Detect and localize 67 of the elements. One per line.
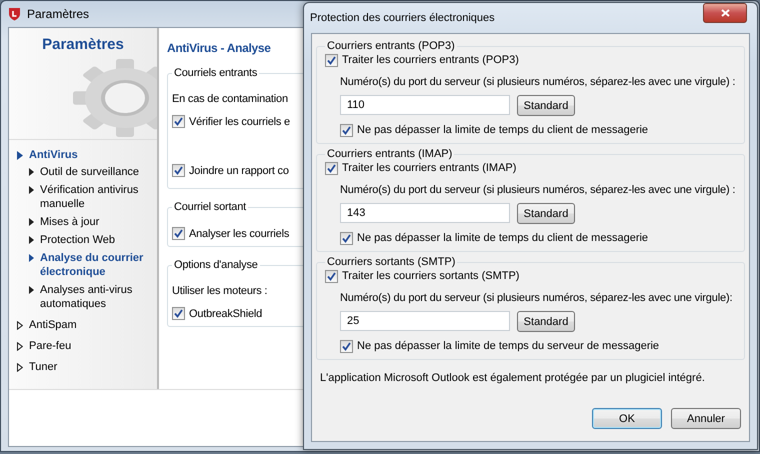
checkbox[interactable] bbox=[172, 115, 185, 128]
close-button[interactable] bbox=[703, 3, 747, 23]
dialog-button[interactable]: OK bbox=[592, 408, 662, 429]
checkbox[interactable] bbox=[340, 124, 353, 137]
dialog-button[interactable]: Annuler bbox=[671, 408, 741, 429]
window-title: Paramètres bbox=[27, 7, 90, 21]
port-field[interactable]: 143 bbox=[340, 203, 510, 223]
checkbox-label: Traiter les courriers sortants (SMTP) bbox=[342, 269, 520, 284]
checkbox[interactable] bbox=[172, 227, 185, 240]
expand-arrow-icon[interactable] bbox=[17, 342, 23, 351]
sidebar-item[interactable]: Protection Web bbox=[40, 233, 116, 247]
expand-arrow-icon[interactable] bbox=[17, 151, 23, 160]
checkbox-label: Vérifier les courriels e bbox=[189, 116, 290, 128]
checkbox-label: OutbreakShield bbox=[189, 308, 262, 320]
checkbox[interactable] bbox=[340, 232, 353, 245]
group-title: Courriers entrants (POP3) bbox=[327, 40, 455, 52]
arrow-icon bbox=[29, 186, 34, 194]
standard-button[interactable]: Standard bbox=[517, 203, 575, 224]
field-label: Numéro(s) du port du serveur (si plusieurs numéros, séparez-les avec une virgule) : bbox=[339, 75, 736, 90]
shield-icon bbox=[8, 7, 21, 21]
checkbox[interactable] bbox=[172, 164, 185, 177]
checkbox-label: Ne pas dépasser la limite de temps du client de messagerie bbox=[357, 123, 648, 138]
sidebar-item[interactable]: Analyse du courrier électronique bbox=[40, 251, 157, 279]
dialog-title: Protection des courriers électroniques bbox=[310, 12, 495, 24]
sidebar-item[interactable]: AntiVirus bbox=[29, 148, 78, 162]
sidebar-item[interactable]: Outil de surveillance bbox=[40, 165, 140, 179]
sidebar-item[interactable]: Mises à jour bbox=[40, 215, 100, 229]
checkbox-label: Traiter les courriers entrants (IMAP) bbox=[342, 161, 516, 176]
sidebar-item[interactable]: Pare-feu bbox=[29, 339, 72, 353]
group-title: Courriels entrants bbox=[174, 67, 258, 79]
arrow-icon bbox=[29, 254, 34, 262]
checkbox-label: Joindre un rapport co bbox=[189, 164, 289, 176]
close-icon bbox=[720, 9, 730, 17]
checkbox[interactable] bbox=[172, 307, 185, 320]
field-label: Numéro(s) du port du serveur (si plusieurs numéros, séparez-les avec une virgule): bbox=[339, 291, 734, 306]
sidebar-heading: Paramètres bbox=[41, 36, 125, 53]
arrow-icon bbox=[29, 286, 34, 294]
expand-arrow-icon[interactable] bbox=[17, 321, 23, 330]
checkbox[interactable] bbox=[325, 54, 338, 67]
arrow-icon bbox=[29, 236, 34, 244]
checkbox-label: Ne pas dépasser la limite de temps du serveur de messagerie bbox=[357, 339, 660, 354]
port-field[interactable]: 110 bbox=[340, 95, 510, 115]
group-title: Courriers entrants (IMAP) bbox=[327, 148, 452, 160]
checkbox-label: Analyser les courriels bbox=[189, 228, 290, 240]
page-heading: AntiVirus - Analyse bbox=[167, 41, 271, 55]
checkbox[interactable] bbox=[325, 270, 338, 283]
group-title: Courriers sortants (SMTP) bbox=[327, 256, 456, 268]
standard-button[interactable]: Standard bbox=[517, 311, 575, 332]
expand-arrow-icon[interactable] bbox=[17, 363, 23, 372]
sidebar-item[interactable]: Tuner bbox=[29, 360, 58, 374]
arrow-icon bbox=[29, 168, 34, 176]
option-label: En cas de contamination bbox=[172, 93, 288, 105]
field-label: Numéro(s) du port du serveur (si plusieurs numéros, séparez-les avec une virgule) : bbox=[339, 183, 736, 198]
option-label: Utiliser les moteurs : bbox=[172, 285, 268, 297]
group-title: Courriel sortant bbox=[174, 201, 246, 213]
checkbox[interactable] bbox=[325, 162, 338, 175]
checkbox[interactable] bbox=[340, 340, 353, 353]
info-text: L'application Microsoft Outlook est également protégée par un plugiciel intégré. bbox=[319, 372, 706, 384]
arrow-icon bbox=[29, 218, 34, 226]
checkbox-label: Traiter les courriers entrants (POP3) bbox=[342, 53, 519, 68]
standard-button[interactable]: Standard bbox=[517, 95, 575, 116]
checkbox-label: Ne pas dépasser la limite de temps du client de messagerie bbox=[357, 231, 648, 246]
sidebar-item[interactable]: Analyses anti-virus automatiques bbox=[40, 283, 157, 311]
port-field[interactable]: 25 bbox=[340, 311, 510, 331]
group-title: Options d'analyse bbox=[174, 259, 258, 271]
sidebar-item[interactable]: Vérification antivirus manuelle bbox=[40, 183, 157, 211]
sidebar-item[interactable]: AntiSpam bbox=[29, 318, 77, 332]
